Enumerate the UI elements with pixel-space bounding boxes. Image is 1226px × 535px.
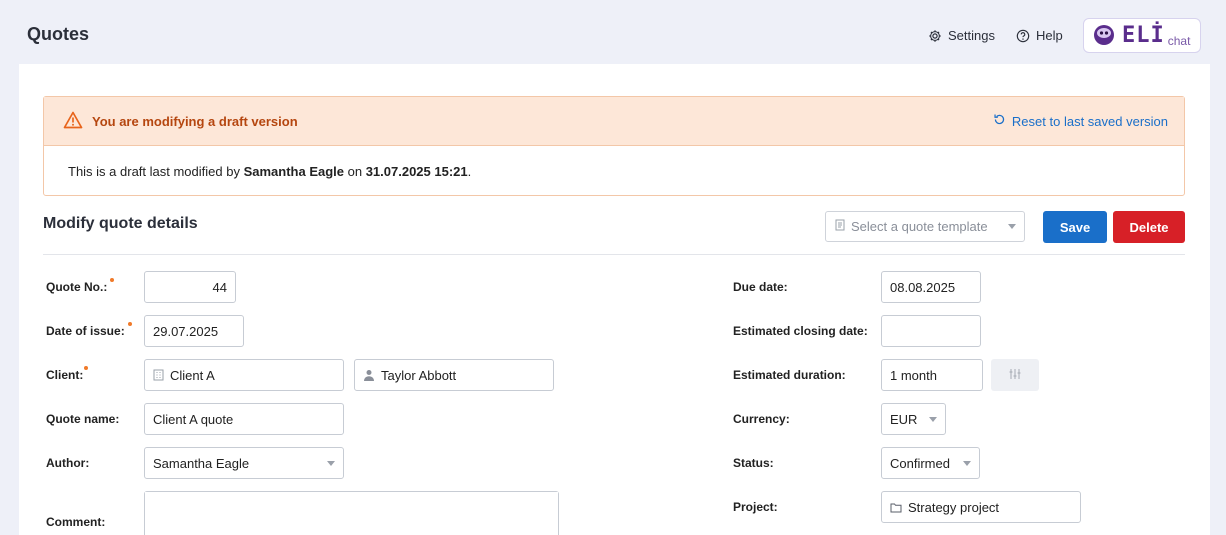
quote-name-field[interactable]: Client A quote [144,403,344,435]
help-link[interactable]: Help [1016,28,1063,43]
due-date-value: 08.08.2025 [890,279,956,295]
template-placeholder: Select a quote template [851,219,988,234]
date-of-issue-label: Date of issue: [46,324,125,338]
folder-icon [890,502,902,513]
quote-name-label: Quote name: [46,412,120,426]
eli-mascot-icon [1092,22,1116,49]
settings-label: Settings [948,28,995,43]
main-card: You are modifying a draft version Reset … [19,64,1210,535]
delete-button[interactable]: Delete [1113,211,1185,243]
quote-no-field[interactable]: 44 [144,271,236,303]
reset-label: Reset to last saved version [1011,113,1168,129]
banner-text: This is a draft last modified by [68,164,244,179]
required-indicator [84,366,88,370]
client-field[interactable]: Client A [144,359,344,391]
sliders-icon [1009,368,1021,383]
template-icon [834,219,846,234]
chevron-down-icon [327,461,335,466]
section-title: Modify quote details [43,215,198,232]
save-button[interactable]: Save [1043,211,1107,243]
eli-chat-label: chat [1167,33,1191,48]
help-label: Help [1036,28,1063,43]
date-of-issue-value: 29.07.2025 [153,323,219,339]
quote-template-select[interactable]: Select a quote template [825,211,1025,242]
banner-text: . [467,164,472,179]
banner-text: on [344,164,366,179]
date-of-issue-field[interactable]: 29.07.2025 [144,315,244,347]
chevron-down-icon [929,417,937,422]
author-label: Author: [46,456,90,470]
top-bar: Quotes Settings Help ELİ chat [0,0,1226,64]
estimated-duration-label: Estimated duration: [733,368,846,382]
client-label: Client: [46,368,84,382]
warning-icon [63,111,83,132]
banner-timestamp: 31.07.2025 15:21 [365,164,468,179]
status-value: Confirmed [890,455,950,471]
help-icon [1016,29,1030,43]
estimated-duration-value: 1 month [890,367,937,383]
undo-icon [993,113,1006,129]
gear-icon [928,29,942,43]
contact-person-field[interactable]: Taylor Abbott [354,359,554,391]
comment-label: Comment: [46,515,106,529]
quote-no-value: 44 [212,279,227,295]
contact-person-value: Taylor Abbott [381,367,457,383]
banner-body: This is a draft last modified by Samanth… [44,146,1184,197]
reset-to-saved-link[interactable]: Reset to last saved version [993,113,1168,129]
eli-logo: ELİ [1122,23,1165,48]
required-indicator [110,278,114,282]
chevron-down-icon [1008,224,1016,229]
currency-select[interactable]: EUR [881,403,946,435]
due-date-label: Due date: [733,280,788,294]
currency-label: Currency: [733,412,790,426]
estimated-closing-date-field[interactable] [881,315,981,347]
project-label: Project: [733,500,778,514]
banner-author: Samantha Eagle [243,164,345,179]
author-value: Samantha Eagle [153,455,250,471]
divider [43,254,1185,255]
status-label: Status: [733,456,774,470]
comment-textarea[interactable] [145,492,558,535]
chevron-down-icon [963,461,971,466]
draft-banner: You are modifying a draft version Reset … [43,96,1185,196]
comment-field[interactable] [144,491,559,535]
estimated-duration-field[interactable]: 1 month [881,359,983,391]
status-select[interactable]: Confirmed [881,447,980,479]
banner-title: You are modifying a draft version [92,113,298,129]
project-value: Strategy project [908,499,1000,515]
quote-name-value: Client A quote [153,411,234,427]
due-date-field[interactable]: 08.08.2025 [881,271,981,303]
project-field[interactable]: Strategy project [881,491,1081,523]
person-icon [363,369,375,381]
building-icon [153,369,164,381]
required-indicator [128,322,132,326]
duration-settings-button[interactable] [991,359,1039,391]
quote-no-label: Quote No.: [46,280,108,294]
client-value: Client A [170,367,215,383]
eli-chat-button[interactable]: ELİ chat [1083,18,1201,53]
author-select[interactable]: Samantha Eagle [144,447,344,479]
estimated-closing-date-label: Estimated closing date: [733,324,868,338]
settings-link[interactable]: Settings [928,28,995,43]
page-title: Quotes [27,24,90,44]
currency-value: EUR [890,411,918,427]
